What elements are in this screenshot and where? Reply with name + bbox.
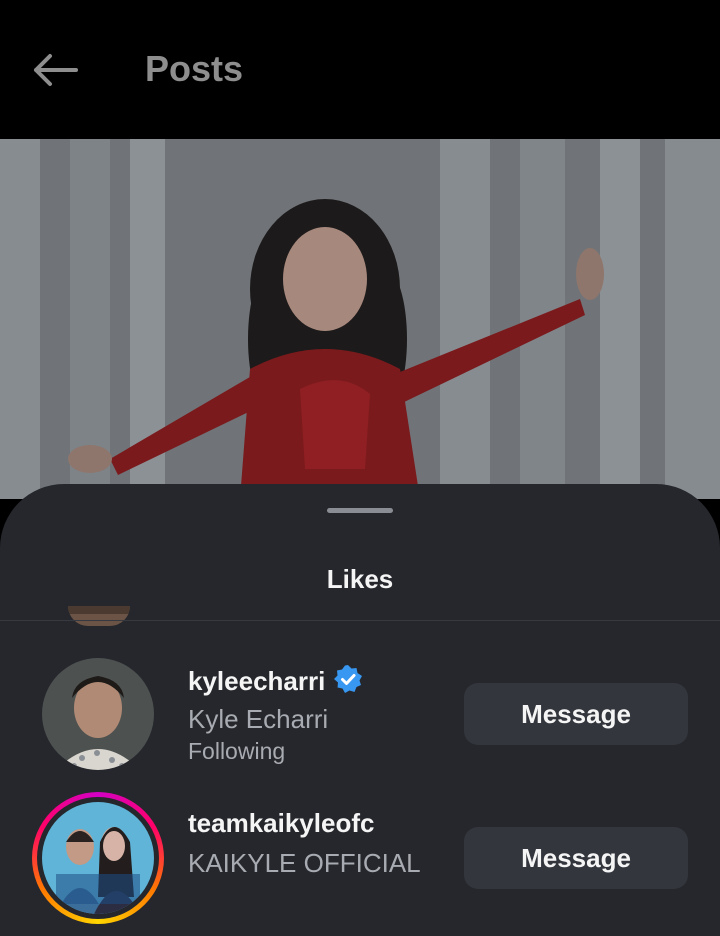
likes-sheet: Likes kyleecharri Kyle Echarri Following…	[0, 484, 720, 936]
top-bar: Posts	[0, 0, 720, 139]
username[interactable]: kyleecharri	[188, 666, 325, 696]
username[interactable]: teamkaikyleofc	[188, 808, 374, 839]
following-status: Following	[188, 738, 286, 764]
arrow-left-icon	[34, 54, 78, 86]
list-item[interactable]: teamkaikyleofc KAIKYLE OFFICIAL Message	[0, 792, 720, 924]
divider	[0, 620, 720, 621]
avatar[interactable]	[42, 658, 154, 770]
post-image	[0, 139, 720, 499]
full-name: Kyle Echarri	[188, 704, 329, 734]
verified-badge-icon	[334, 665, 363, 693]
avatar[interactable]	[42, 802, 154, 914]
back-button[interactable]	[28, 48, 84, 92]
story-ring[interactable]	[32, 792, 164, 924]
drag-handle[interactable]	[327, 508, 393, 513]
avatar[interactable]	[68, 606, 130, 626]
full-name: KAIKYLE OFFICIAL	[188, 848, 421, 878]
message-button[interactable]: Message	[464, 827, 688, 889]
page-title: Posts	[145, 48, 244, 89]
list-item[interactable]: kyleecharri Kyle Echarri Following Messa…	[0, 654, 720, 784]
sheet-title: Likes	[326, 564, 394, 594]
message-button[interactable]: Message	[464, 683, 688, 745]
